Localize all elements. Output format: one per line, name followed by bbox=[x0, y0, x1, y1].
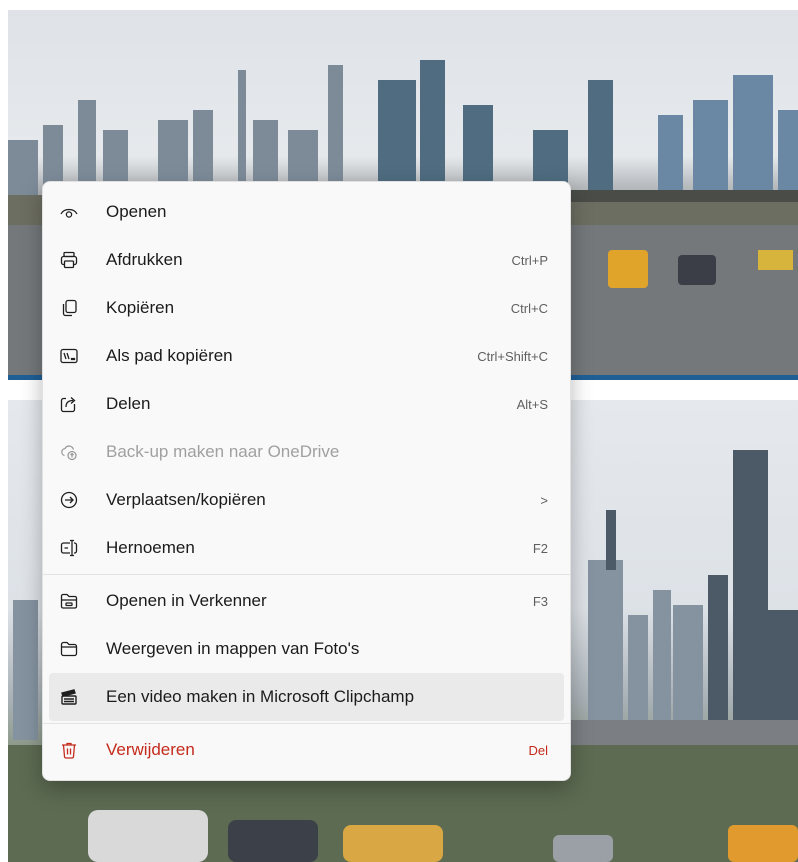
menu-item-clipchamp[interactable]: Een video maken in Microsoft Clipchamp bbox=[49, 673, 564, 721]
folder-icon bbox=[59, 639, 79, 659]
share-icon bbox=[59, 394, 79, 414]
menu-item-label: Een video maken in Microsoft Clipchamp bbox=[106, 687, 415, 706]
clipchamp-icon bbox=[59, 687, 79, 707]
menu-item-label: Verwijderen bbox=[106, 740, 195, 759]
context-menu: Openen Afdrukken Ctrl+P Kopiëren Ctrl+C bbox=[42, 181, 571, 781]
menu-item-afdrukken[interactable]: Afdrukken Ctrl+P bbox=[49, 236, 564, 284]
cloud-upload-icon bbox=[59, 442, 79, 462]
printer-icon bbox=[59, 250, 79, 270]
trash-icon bbox=[59, 740, 79, 760]
menu-item-label: Weergeven in mappen van Foto's bbox=[106, 639, 360, 658]
menu-item-hernoemen[interactable]: Hernoemen F2 bbox=[49, 524, 564, 572]
menu-item-shortcut: F2 bbox=[532, 540, 548, 556]
menu-item-label: Openen bbox=[106, 202, 167, 221]
copy-icon bbox=[59, 298, 79, 318]
menu-item-shortcut: Ctrl+Shift+C bbox=[477, 348, 548, 364]
menu-item-weergeven-in-mappen[interactable]: Weergeven in mappen van Foto's bbox=[49, 625, 564, 673]
copy-path-icon bbox=[59, 346, 79, 366]
menu-separator bbox=[43, 723, 570, 724]
menu-item-kopieren[interactable]: Kopiëren Ctrl+C bbox=[49, 284, 564, 332]
menu-item-shortcut: Alt+S bbox=[516, 396, 548, 412]
menu-separator bbox=[43, 574, 570, 575]
menu-item-label: Hernoemen bbox=[106, 538, 195, 557]
folder-open-icon bbox=[59, 591, 79, 611]
menu-item-verplaatsen-kopieren[interactable]: Verplaatsen/kopiëren > bbox=[49, 476, 564, 524]
menu-item-backup-onedrive[interactable]: Back-up maken naar OneDrive bbox=[49, 428, 564, 476]
menu-item-als-pad-kopieren[interactable]: Als pad kopiëren Ctrl+Shift+C bbox=[49, 332, 564, 380]
menu-item-label: Openen in Verkenner bbox=[106, 591, 267, 610]
menu-item-shortcut: Del bbox=[528, 742, 548, 758]
menu-item-delen[interactable]: Delen Alt+S bbox=[49, 380, 564, 428]
menu-item-label: Kopiëren bbox=[106, 298, 175, 317]
menu-item-shortcut: Ctrl+P bbox=[511, 252, 548, 268]
rename-icon bbox=[59, 538, 79, 558]
eye-icon bbox=[59, 202, 79, 222]
submenu-chevron-icon: > bbox=[540, 492, 548, 508]
menu-item-shortcut: Ctrl+C bbox=[510, 300, 548, 316]
menu-item-label: Verplaatsen/kopiëren bbox=[106, 490, 266, 509]
arrow-circle-icon bbox=[59, 490, 79, 510]
menu-item-openen-in-verkenner[interactable]: Openen in Verkenner F3 bbox=[49, 577, 564, 625]
menu-item-shortcut: F3 bbox=[532, 593, 548, 609]
menu-item-openen[interactable]: Openen bbox=[49, 188, 564, 236]
menu-item-label: Back-up maken naar OneDrive bbox=[106, 442, 340, 461]
menu-item-label: Als pad kopiëren bbox=[106, 346, 233, 365]
menu-item-label: Delen bbox=[106, 394, 151, 413]
menu-item-verwijderen[interactable]: Verwijderen Del bbox=[49, 726, 564, 774]
menu-item-label: Afdrukken bbox=[106, 250, 183, 269]
